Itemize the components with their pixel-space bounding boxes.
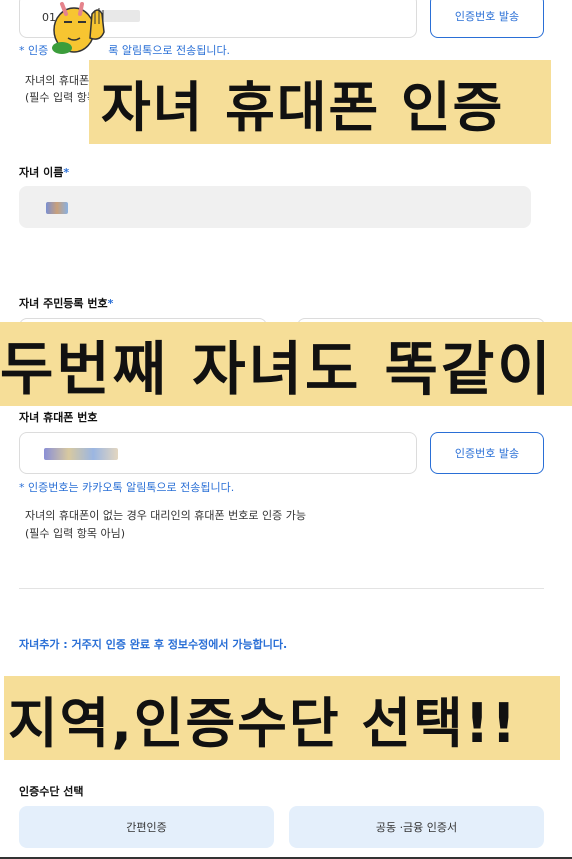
verify-send-button-top[interactable]: 인증번호 발송 bbox=[430, 0, 544, 38]
child-phone-label: 자녀 휴대폰 번호 bbox=[19, 411, 98, 424]
banner-child-phone-verify: 자녀 휴대폰 인증 bbox=[89, 60, 551, 144]
kakao-note: * 인증번호는 카카오톡 알림톡으로 전송됩니다. bbox=[19, 481, 235, 494]
banner-second-child: 두번째 자녀도 똑같이 bbox=[0, 322, 572, 406]
child-phone-desc-line2: (필수 입력 항목 아님) bbox=[25, 527, 126, 540]
simple-auth-button[interactable]: 간편인증 bbox=[19, 806, 274, 848]
child-rrn-label: 자녀 주민등록 번호* bbox=[19, 297, 114, 310]
desc-top-line2: (필수 입력 항목 bbox=[25, 91, 98, 104]
masked-name bbox=[46, 202, 68, 214]
child-phone-desc-line1: 자녀의 휴대폰이 없는 경우 대리인의 휴대폰 번호로 인증 가능 bbox=[25, 509, 306, 522]
auth-method-label: 인증수단 선택 bbox=[19, 785, 84, 798]
masked-phone bbox=[44, 448, 118, 460]
verify-send-button[interactable]: 인증번호 발송 bbox=[430, 432, 544, 474]
certificate-auth-button[interactable]: 공동 ·금융 인증서 bbox=[289, 806, 544, 848]
desc-top-line1: 자녀의 휴대폰 bbox=[25, 74, 90, 87]
add-child-note: 자녀추가 : 거주지 인증 완료 후 정보수정에서 가능합니다. bbox=[19, 638, 288, 651]
child-phone-input[interactable] bbox=[19, 432, 417, 474]
child-name-label: 자녀 이름* bbox=[19, 166, 70, 179]
banner-region-auth-select: 지역,인증수단 선택!! bbox=[4, 676, 560, 760]
section-divider bbox=[19, 588, 544, 589]
child-name-input[interactable] bbox=[19, 186, 531, 228]
kakao-note-top: * 인증 록 알림톡으로 전송됩니다. bbox=[19, 44, 231, 57]
